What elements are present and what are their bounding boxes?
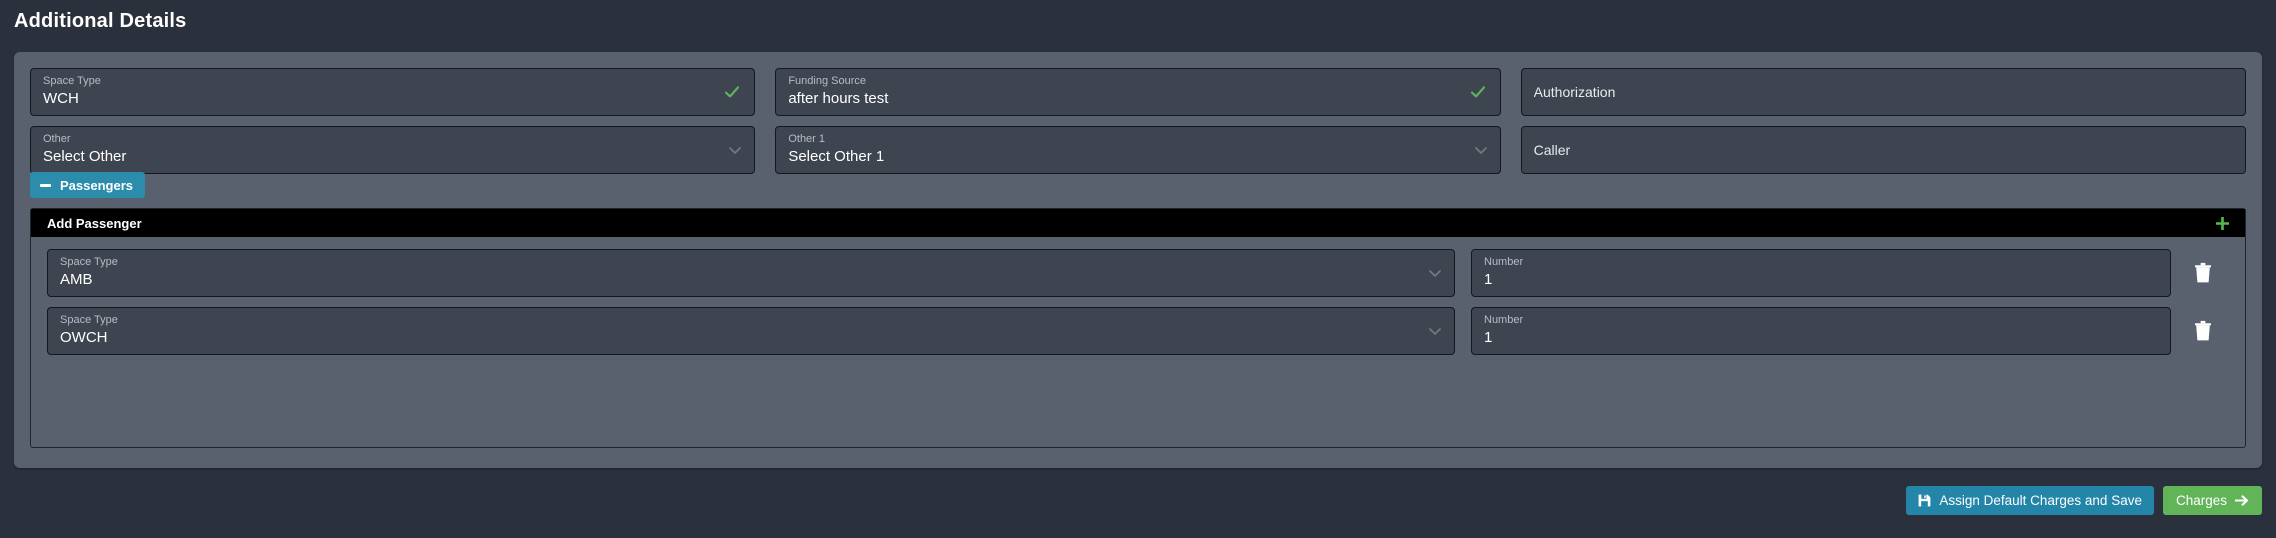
field-authorization[interactable]: Authorization <box>1520 68 2246 116</box>
trash-icon[interactable] <box>2193 320 2213 342</box>
passenger-number-field[interactable]: Number 1 <box>1471 307 2171 355</box>
page-title: Additional Details <box>14 10 187 32</box>
passenger-number-value: 1 <box>1484 271 1493 288</box>
passenger-number-value: 1 <box>1484 329 1493 346</box>
check-icon <box>1470 84 1486 100</box>
passenger-space-type-field[interactable]: Space Type OWCH <box>47 307 1455 355</box>
field-other-1-value: Select Other 1 <box>788 148 885 165</box>
add-passenger-header: Add Passenger <box>31 209 2245 237</box>
assign-default-charges-and-save-label: Assign Default Charges and Save <box>1939 493 2142 508</box>
passenger-number-field[interactable]: Number 1 <box>1471 249 2171 297</box>
passenger-number-label: Number <box>1484 256 1524 268</box>
chevron-down-icon[interactable] <box>728 143 742 157</box>
field-caller-placeholder: Caller <box>1533 142 1571 158</box>
field-space-type-label: Space Type <box>43 75 101 87</box>
passenger-number-label: Number <box>1484 314 1524 326</box>
field-funding-source-label: Funding Source <box>788 75 866 87</box>
trash-icon[interactable] <box>2193 262 2213 284</box>
passengers-section: Add Passenger Space Type AMB Number 1 Sp… <box>30 208 2246 448</box>
additional-details-panel: Space Type WCH Funding Source after hour… <box>14 52 2262 468</box>
plus-icon[interactable] <box>2214 215 2231 232</box>
charges-button[interactable]: Charges <box>2162 486 2262 515</box>
add-passenger-title: Add Passenger <box>47 215 142 231</box>
passenger-space-type-label: Space Type <box>60 314 118 326</box>
arrow-right-icon <box>2235 494 2249 507</box>
passenger-space-type-field[interactable]: Space Type AMB <box>47 249 1455 297</box>
charges-label: Charges <box>2175 493 2227 508</box>
field-other-label: Other <box>43 133 71 145</box>
field-caller[interactable]: Caller <box>1520 126 2246 174</box>
field-space-type[interactable]: Space Type WCH <box>30 68 756 116</box>
field-other-value: Select Other <box>43 148 127 165</box>
table-row: Space Type OWCH Number 1 <box>47 307 2231 355</box>
chevron-down-icon[interactable] <box>1428 266 1442 280</box>
save-icon <box>1918 494 1931 507</box>
field-other[interactable]: Other Select Other <box>30 126 756 174</box>
chevron-down-icon[interactable] <box>1428 324 1442 338</box>
field-funding-source[interactable]: Funding Source after hours test <box>775 68 1501 116</box>
additional-details-page: Additional Details Space Type WCH Fundin… <box>0 0 2276 538</box>
field-space-type-value: WCH <box>43 90 79 107</box>
passenger-row-list: Space Type AMB Number 1 Space Type OWCH … <box>31 237 2245 367</box>
passenger-space-type-label: Space Type <box>60 256 118 268</box>
footer-action-bar: Assign Default Charges and Save Charges <box>1906 486 2262 515</box>
table-row: Space Type AMB Number 1 <box>47 249 2231 297</box>
assign-default-charges-and-save-button[interactable]: Assign Default Charges and Save <box>1906 486 2154 515</box>
field-authorization-placeholder: Authorization <box>1533 84 1616 100</box>
field-other-1-label: Other 1 <box>788 133 826 145</box>
minus-icon <box>40 183 51 187</box>
passengers-toggle-button[interactable]: Passengers <box>30 172 145 198</box>
details-field-grid: Space Type WCH Funding Source after hour… <box>30 68 2246 174</box>
passenger-space-type-value: AMB <box>60 271 93 288</box>
field-funding-source-value: after hours test <box>788 90 889 107</box>
passengers-toggle-label: Passengers <box>60 177 133 193</box>
passenger-space-type-value: OWCH <box>60 329 108 346</box>
check-icon <box>724 84 740 100</box>
field-other-1[interactable]: Other 1 Select Other 1 <box>775 126 1501 174</box>
chevron-down-icon[interactable] <box>1474 143 1488 157</box>
